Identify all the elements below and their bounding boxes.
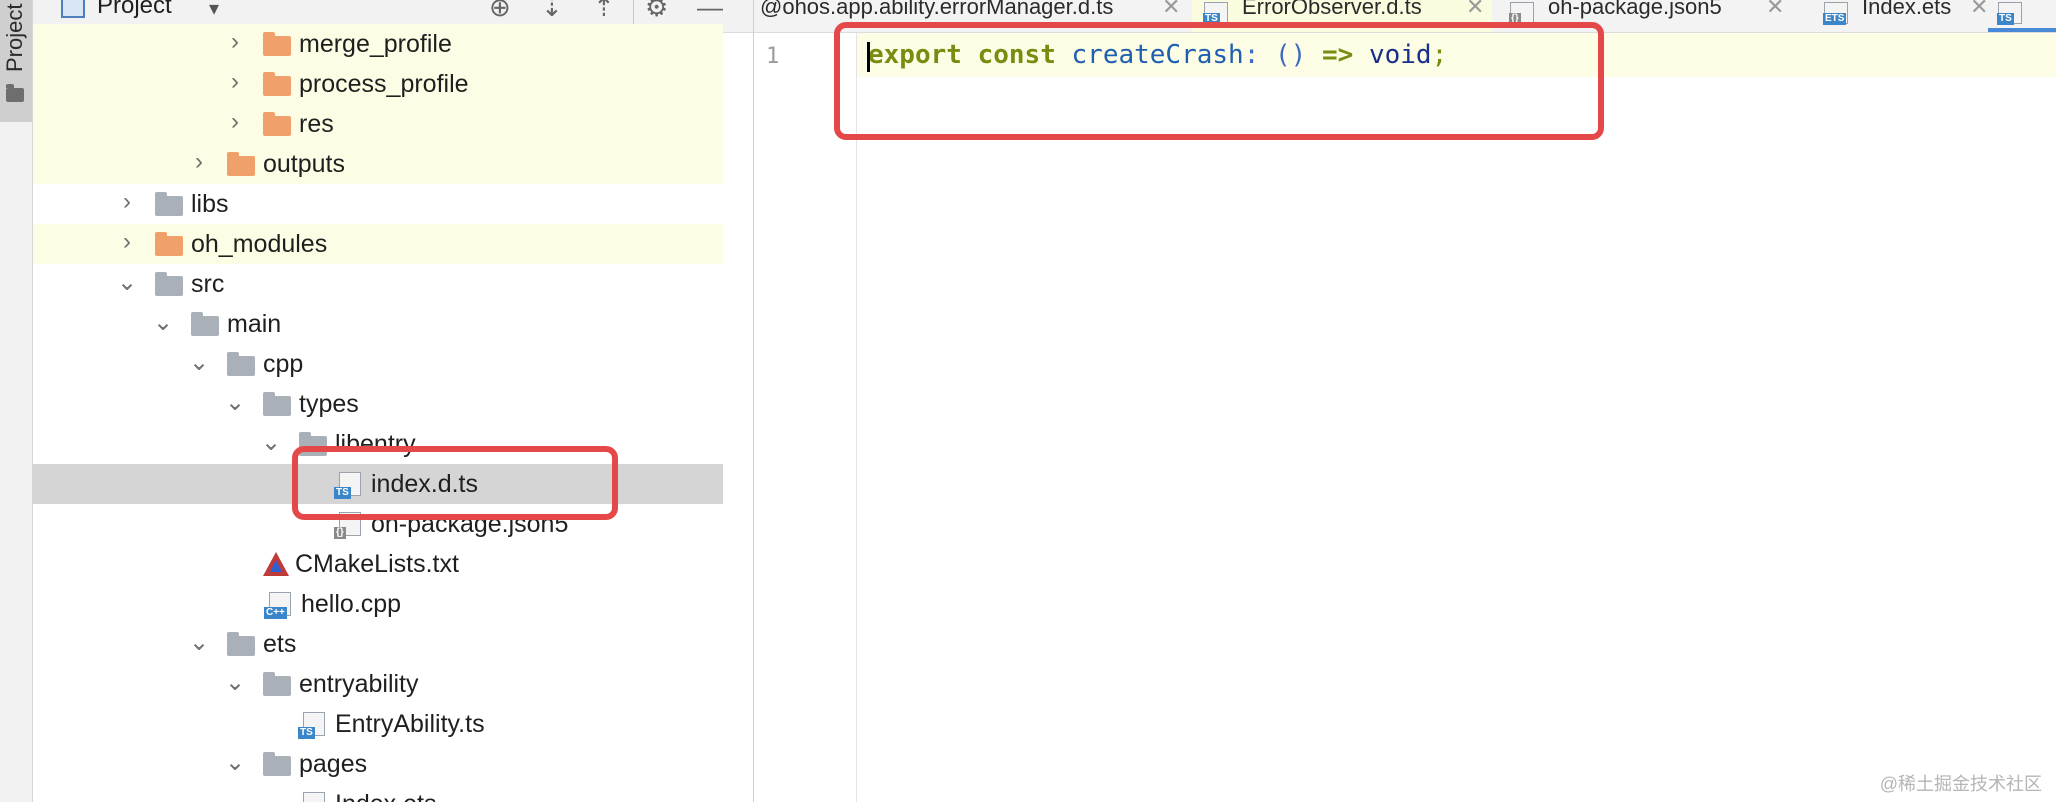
tab-label: oh-package.json5: [1548, 0, 1722, 19]
tree-item-label: src: [191, 270, 225, 298]
folder-icon: [263, 752, 291, 776]
tree-item-label: types: [299, 390, 359, 418]
chevron-right-icon[interactable]: ›: [117, 188, 137, 216]
folder-icon: [227, 152, 255, 176]
hide-panel-icon[interactable]: —: [697, 0, 723, 23]
ts-file-icon: TS: [1997, 2, 2022, 25]
chevron-down-icon[interactable]: ⌄: [189, 348, 209, 377]
chevron-right-icon[interactable]: ›: [117, 228, 137, 256]
close-icon[interactable]: ✕: [1766, 0, 1784, 20]
tree-item-pages[interactable]: ⌄ pages: [33, 744, 723, 784]
tree-item-entryability[interactable]: ⌄ entryability: [33, 664, 723, 704]
tree-item-entryability-ts[interactable]: TS EntryAbility.ts: [33, 704, 723, 744]
project-view-title[interactable]: Project: [97, 0, 172, 20]
expand-all-icon[interactable]: ⇣: [541, 0, 563, 23]
tree-item-index-ets[interactable]: Index.ets: [33, 784, 723, 802]
tree-item-hello-cpp[interactable]: C++ hello.cpp: [33, 584, 723, 624]
chevron-right-icon[interactable]: ›: [225, 108, 245, 136]
folder-icon: [155, 272, 183, 296]
tree-item-merge-profile[interactable]: › merge_profile: [33, 24, 723, 64]
project-panel: Project ▾ ⊕ ⇣ ⇡ ⚙ — › merge_profile › pr…: [33, 0, 754, 802]
tree-item-ets[interactable]: ⌄ ets: [33, 624, 723, 664]
chevron-down-icon[interactable]: ⌄: [225, 668, 245, 697]
folder-icon: [6, 84, 24, 102]
tree-item-src[interactable]: ⌄ src: [33, 264, 723, 304]
tree-item-label: process_profile: [299, 70, 469, 98]
tab-label: @ohos.app.ability.errorManager.d.ts: [760, 0, 1114, 19]
tab-index-ets[interactable]: ETS Index.ets ✕: [1808, 0, 1998, 32]
tree-item-label: hello.cpp: [301, 590, 402, 618]
tree-item-process-profile[interactable]: › process_profile: [33, 64, 723, 104]
tool-window-strip: Project: [0, 0, 33, 802]
toolbar-divider: [633, 0, 634, 26]
tree-item-cmakelists[interactable]: CMakeLists.txt: [33, 544, 723, 584]
ts-file-icon: TS: [1203, 2, 1228, 25]
tree-item-label: oh_modules: [191, 230, 328, 258]
json-file-icon: {}: [1509, 2, 1534, 25]
project-view-icon: [61, 0, 85, 18]
highlight-box-code: [834, 22, 1604, 140]
folder-icon: [191, 312, 219, 336]
watermark: @稀土掘金技术社区: [1879, 774, 2042, 794]
line-number: 1: [766, 44, 780, 69]
chevron-down-icon[interactable]: ⌄: [153, 308, 173, 337]
tree-item-main[interactable]: ⌄ main: [33, 304, 723, 344]
folder-icon: [155, 232, 183, 256]
gear-icon[interactable]: ⚙: [645, 0, 668, 23]
ets-file-icon: [303, 792, 325, 802]
tree-item-outputs[interactable]: › outputs: [33, 144, 723, 184]
tree-item-libs[interactable]: › libs: [33, 184, 723, 224]
tree-item-label: merge_profile: [299, 30, 452, 58]
cpp-file-icon: C++: [264, 592, 291, 619]
close-icon[interactable]: ✕: [1162, 0, 1180, 20]
project-tool-tab[interactable]: Project: [0, 0, 32, 122]
folder-icon: [227, 352, 255, 376]
folder-icon: [227, 632, 255, 656]
tree-item-label: Index.ets: [335, 790, 436, 802]
tab-label: ErrorObserver.d.ts: [1242, 0, 1422, 19]
highlight-box-tree: [292, 446, 618, 520]
collapse-all-icon[interactable]: ⇡: [593, 0, 615, 23]
folder-icon: [263, 32, 291, 56]
chevron-down-icon[interactable]: ▾: [209, 0, 219, 21]
tree-item-label: EntryAbility.ts: [335, 710, 485, 738]
tree-item-label: ets: [263, 630, 297, 658]
chevron-down-icon[interactable]: ⌄: [189, 628, 209, 657]
tree-item-label: cpp: [263, 350, 304, 378]
project-tool-tab-label: Project: [2, 3, 27, 72]
close-icon[interactable]: ✕: [1466, 0, 1484, 20]
close-icon[interactable]: ✕: [1970, 0, 1988, 20]
tree-item-oh-modules[interactable]: › oh_modules: [33, 224, 723, 264]
folder-icon: [263, 112, 291, 136]
editor-gutter: [754, 33, 857, 802]
chevron-right-icon[interactable]: ›: [225, 28, 245, 56]
cmake-file-icon: [263, 552, 289, 576]
chevron-down-icon[interactable]: ⌄: [261, 428, 281, 457]
tree-item-label: CMakeLists.txt: [295, 550, 459, 578]
active-tab-indicator: [1988, 28, 2056, 32]
tree-item-cpp[interactable]: ⌄ cpp: [33, 344, 723, 384]
tab-label: Index.ets: [1862, 0, 1952, 19]
chevron-down-icon[interactable]: ⌄: [225, 748, 245, 777]
tree-item-label: libs: [191, 190, 229, 218]
chevron-down-icon[interactable]: ⌄: [225, 388, 245, 417]
tree-item-label: entryability: [299, 670, 419, 698]
tree-item-label: res: [299, 110, 334, 138]
chevron-right-icon[interactable]: ›: [225, 68, 245, 96]
chevron-down-icon[interactable]: ⌄: [117, 268, 137, 297]
tree-item-label: outputs: [263, 150, 346, 178]
tree-item-res[interactable]: › res: [33, 104, 723, 144]
ts-file-icon: TS: [298, 712, 325, 739]
ets-file-icon: ETS: [1823, 2, 1848, 25]
locate-file-icon[interactable]: ⊕: [489, 0, 511, 23]
folder-icon: [263, 72, 291, 96]
chevron-right-icon[interactable]: ›: [189, 148, 209, 176]
folder-icon: [263, 392, 291, 416]
tree-item-label: main: [227, 310, 282, 338]
folder-icon: [155, 192, 183, 216]
folder-icon: [263, 672, 291, 696]
tree-item-label: pages: [299, 750, 368, 778]
tree-item-types[interactable]: ⌄ types: [33, 384, 723, 424]
